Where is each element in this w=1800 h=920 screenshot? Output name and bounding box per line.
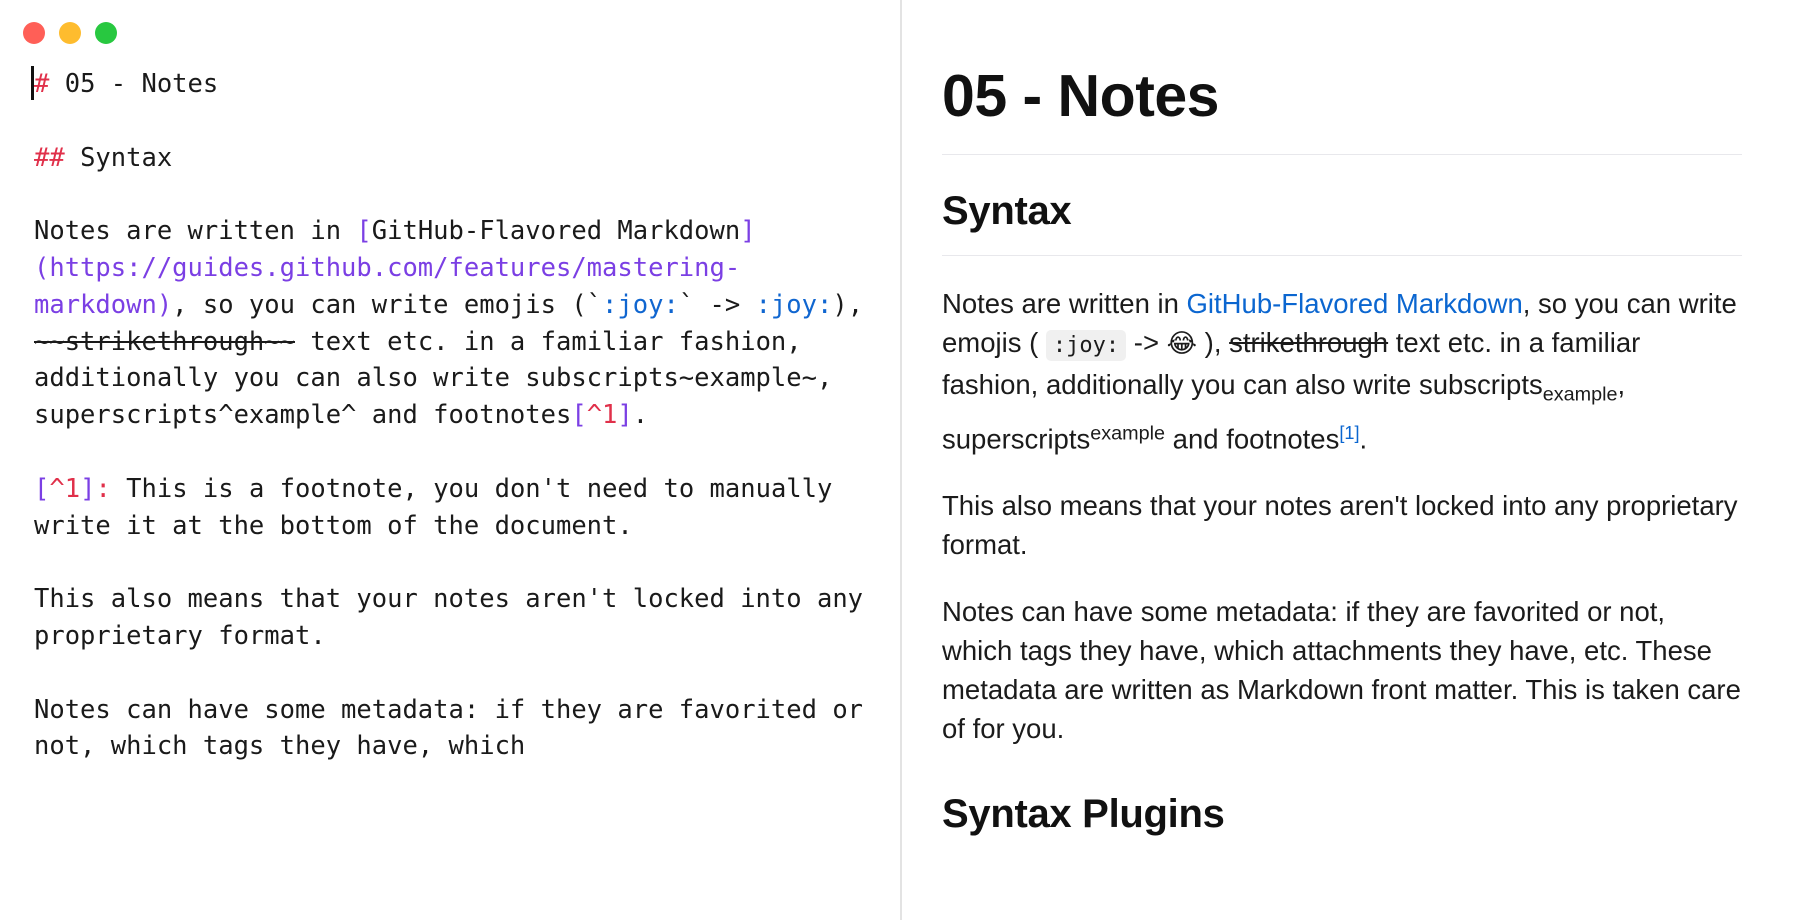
superscript-example: example <box>1090 422 1166 445</box>
markdown-preview: 05 - Notes Syntax Notes are written in G… <box>900 0 1800 920</box>
footnote-def-text: This is a footnote, you don't need to ma… <box>34 473 848 541</box>
h2-underline-rule <box>942 254 1742 256</box>
p1-text-d: ), <box>1197 326 1230 358</box>
text-cursor <box>31 66 34 100</box>
footnote-reference-link[interactable]: [1] <box>1339 423 1359 443</box>
h2-hash-marker: ## <box>34 142 65 173</box>
para2-source: This also means that your notes aren't l… <box>34 584 879 651</box>
footnote-def-close-bracket: ] <box>80 473 96 504</box>
para3-source: Notes can have some metadata: if they ar… <box>34 694 879 762</box>
footnote-def-number: ^1 <box>49 473 81 504</box>
p1-text-a: Notes are written in <box>942 287 1187 319</box>
minimize-window-button[interactable] <box>59 22 81 44</box>
para1-part-d: ), <box>832 289 879 320</box>
preview-paragraph-3: Notes can have some metadata: if they ar… <box>942 596 1741 745</box>
emoji-code-inline: :joy: <box>602 289 679 320</box>
para1-part-c: ` -> <box>678 289 756 320</box>
link-open-bracket: [ <box>356 216 372 247</box>
pane-divider[interactable] <box>900 0 902 920</box>
para1-part-a: Notes are written in <box>34 216 357 247</box>
h1-underline-rule <box>942 153 1742 155</box>
para1-part-f: . <box>632 400 649 431</box>
footnote-open-bracket: [ <box>571 400 587 431</box>
footnote-close-bracket: ] <box>617 400 633 431</box>
joy-emoji-icon: 😂 <box>1166 328 1198 359</box>
para1-part-b: , so you can write emojis (` <box>172 289 603 320</box>
h1-hash-marker: # <box>34 69 50 99</box>
footnote-def-open-bracket: [ <box>34 473 50 504</box>
inline-code-joy: :joy: <box>1045 329 1127 361</box>
editor-text-content[interactable]: # 05 - Notes ## Syntax Notes are written… <box>31 66 866 765</box>
markdown-editor-window: # 05 - Notes ## Syntax Notes are written… <box>0 0 1800 920</box>
close-window-button[interactable] <box>23 22 45 44</box>
strikethrough-rendered: strikethrough <box>1229 326 1389 358</box>
window-titlebar <box>0 0 900 66</box>
preview-h2-syntax: Syntax <box>942 188 1072 233</box>
preview-h2-syntax-plugins: Syntax Plugins <box>942 792 1225 837</box>
footnote-ref-number: ^1 <box>586 400 618 431</box>
emoji-code-rendered: :joy: <box>755 289 833 320</box>
preview-paragraph-2: This also means that your notes aren't l… <box>942 490 1738 561</box>
h1-source-text: 05 - Notes <box>49 69 219 99</box>
footnote-def-colon: : <box>95 473 111 504</box>
p1-text-h: . <box>1359 423 1368 455</box>
link-label-source: GitHub-Flavored Markdown <box>371 216 741 247</box>
markdown-source-editor[interactable]: # 05 - Notes ## Syntax Notes are written… <box>0 0 900 920</box>
preview-paragraph-1: Notes are written in GitHub-Flavored Mar… <box>942 284 1742 459</box>
preview-h1-title: 05 - Notes <box>942 63 1219 129</box>
github-flavored-markdown-link[interactable]: GitHub-Flavored Markdown <box>1187 288 1523 319</box>
traffic-light-buttons <box>23 22 117 44</box>
maximize-window-button[interactable] <box>95 22 117 44</box>
link-close-bracket: ] <box>740 216 756 247</box>
p1-text-c: -> <box>1126 326 1167 358</box>
subscript-example: example <box>1542 382 1618 405</box>
h2-source-text: Syntax <box>64 142 173 173</box>
p1-text-g: and footnotes <box>1165 423 1340 455</box>
strikethrough-source: ~~strikethrough~~ <box>34 326 295 357</box>
